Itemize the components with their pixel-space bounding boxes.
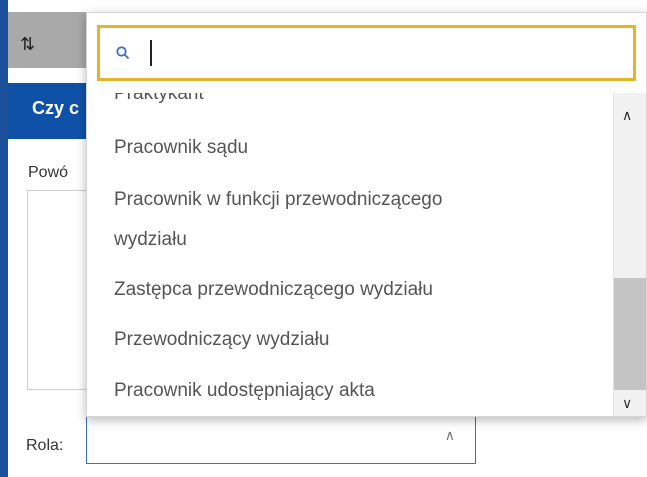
option-zastepca[interactable]: Zastępca przewodniczącego wydziału bbox=[114, 279, 433, 301]
dropdown-scrollbar[interactable]: ∧ ∨ bbox=[613, 93, 646, 416]
chevron-up-icon: ∧ bbox=[444, 427, 455, 443]
option-przewodniczacy[interactable]: Przewodniczący wydziału bbox=[114, 329, 329, 351]
scroll-thumb[interactable] bbox=[614, 278, 646, 390]
option-pracownik-sadu[interactable]: Pracownik sądu bbox=[114, 137, 248, 159]
option-praktykant[interactable]: Praktykant bbox=[114, 93, 204, 105]
sort-icon[interactable]: ⇅ bbox=[20, 34, 35, 55]
role-dropdown: Praktykant Pracownik sądu Pracownik w fu… bbox=[86, 12, 647, 417]
sort-header-bar[interactable]: ⇅ bbox=[8, 12, 88, 68]
option-pracownik-udostepniajacy[interactable]: Pracownik udostępniający akta bbox=[114, 380, 375, 402]
option-pracownik-funkcji[interactable]: Pracownik w funkcji przewodniczącego bbox=[114, 189, 442, 211]
text-caret bbox=[150, 40, 152, 66]
search-input[interactable] bbox=[97, 25, 636, 81]
scroll-down-icon[interactable]: ∨ bbox=[622, 395, 632, 412]
dialog-title: Czy c bbox=[32, 98, 80, 118]
reason-label: Powó bbox=[28, 164, 69, 181]
role-select[interactable]: ∧ bbox=[86, 412, 476, 464]
search-icon bbox=[116, 46, 129, 59]
option-list: Praktykant Pracownik sądu Pracownik w fu… bbox=[87, 93, 614, 416]
dialog-left-border bbox=[0, 0, 8, 477]
role-label: Rola: bbox=[26, 437, 64, 454]
scroll-up-icon[interactable]: ∧ bbox=[622, 107, 632, 124]
option-pracownik-funkcji-line2[interactable]: wydziału bbox=[114, 229, 187, 251]
